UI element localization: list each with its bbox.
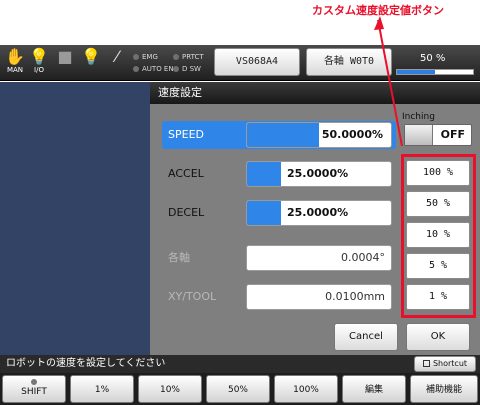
program-button[interactable]: VS068A4 xyxy=(214,48,300,76)
speed-value-field[interactable]: 50.0000% xyxy=(246,122,392,148)
lamp-emg: EMG xyxy=(133,53,158,61)
speed-row[interactable]: SPEED 50.0000% xyxy=(162,121,396,149)
hand-icon[interactable]: ✋ MAN xyxy=(4,48,26,78)
inching-toggle[interactable]: OFF xyxy=(404,124,472,146)
speed-label: SPEED xyxy=(168,128,204,141)
wrench-icon[interactable]: ⁄ xyxy=(106,48,128,78)
shift-key[interactable]: SHIFT xyxy=(2,375,66,403)
speed-bar xyxy=(396,69,474,75)
cancel-button[interactable]: Cancel xyxy=(334,323,398,351)
speed-value-fill xyxy=(247,123,319,147)
softkey-bar: SHIFT 1% 10% 50% 100% 編集 補助機能 xyxy=(0,373,480,405)
xy-tool-step-label: XY/TOOL xyxy=(168,290,217,303)
joint-step-label: 各軸 xyxy=(168,251,190,264)
dialog-title: 速度設定 xyxy=(150,82,480,104)
lamp-dsw: D SW xyxy=(173,65,201,73)
joint-step-row: 各軸 0.0004° xyxy=(162,244,396,272)
joint-step-value: 0.0004° xyxy=(341,251,385,264)
decel-label: DECEL xyxy=(168,206,205,219)
shortcut-icon xyxy=(422,360,430,367)
decel-value-field[interactable]: 25.0000% xyxy=(246,200,392,226)
lamp-prtct: PRTCT xyxy=(173,53,204,61)
lightbulb-icon[interactable]: 💡 I/O xyxy=(28,48,50,78)
accel-value-fill xyxy=(247,162,281,186)
axis-mode-button[interactable]: 各軸 W0T0 xyxy=(306,48,392,76)
accel-label: ACCEL xyxy=(168,167,204,180)
speed-dialog: 速度設定 SPEED 50.0000% ACCEL 25.0000% DECEL… xyxy=(150,82,480,355)
decel-value-fill xyxy=(247,201,281,225)
speed-10-key[interactable]: 10% xyxy=(138,375,202,403)
speed-100-key[interactable]: 100% xyxy=(274,375,338,403)
decel-row[interactable]: DECEL 25.0000% xyxy=(162,199,396,227)
accel-row[interactable]: ACCEL 25.0000% xyxy=(162,160,396,188)
decel-value: 25.0000% xyxy=(287,206,349,219)
joint-step-field: 0.0004° xyxy=(246,245,392,271)
xy-tool-step-row: XY/TOOL 0.0100mm xyxy=(162,283,396,311)
accel-value: 25.0000% xyxy=(287,167,349,180)
speed-percent-label: 50 % xyxy=(420,53,446,64)
message-bar: ロボットの速度を設定してください Shortcut xyxy=(0,355,480,373)
inching-state: OFF xyxy=(440,128,465,141)
shortcut-button[interactable]: Shortcut xyxy=(414,356,476,372)
speed-value: 50.0000% xyxy=(321,128,383,141)
shortcut-label: Shortcut xyxy=(432,359,468,368)
status-message: ロボットの速度を設定してください xyxy=(6,358,166,369)
aux-function-key[interactable]: 補助機能 xyxy=(410,375,478,403)
edit-key[interactable]: 編集 xyxy=(342,375,406,403)
shift-label: SHIFT xyxy=(21,387,47,397)
left-panel xyxy=(0,82,150,355)
shift-indicator-icon xyxy=(31,379,37,385)
toggle-knob xyxy=(405,125,433,145)
xy-tool-step-value: 0.0100mm xyxy=(325,290,385,303)
speed-1-key[interactable]: 1% xyxy=(70,375,134,403)
ok-button[interactable]: OK xyxy=(406,323,470,351)
lightbulb-icon-2[interactable]: 💡 xyxy=(80,48,102,78)
stop-square-icon[interactable]: ■ xyxy=(54,48,76,78)
speed-bar-fill xyxy=(397,70,435,74)
highlight-box xyxy=(401,154,476,318)
accel-value-field[interactable]: 25.0000% xyxy=(246,161,392,187)
inching-label: Inching xyxy=(402,112,435,122)
speed-50-key[interactable]: 50% xyxy=(206,375,270,403)
annotation-label: カスタム速度設定値ボタン xyxy=(312,4,444,17)
xy-tool-step-field: 0.0100mm xyxy=(246,284,392,310)
status-bar: ✋ MAN 💡 I/O ■ 💡 ⁄ EMG AUTO EN PRTCT D SW… xyxy=(0,45,480,81)
lamp-auto-en: AUTO EN xyxy=(133,65,174,73)
